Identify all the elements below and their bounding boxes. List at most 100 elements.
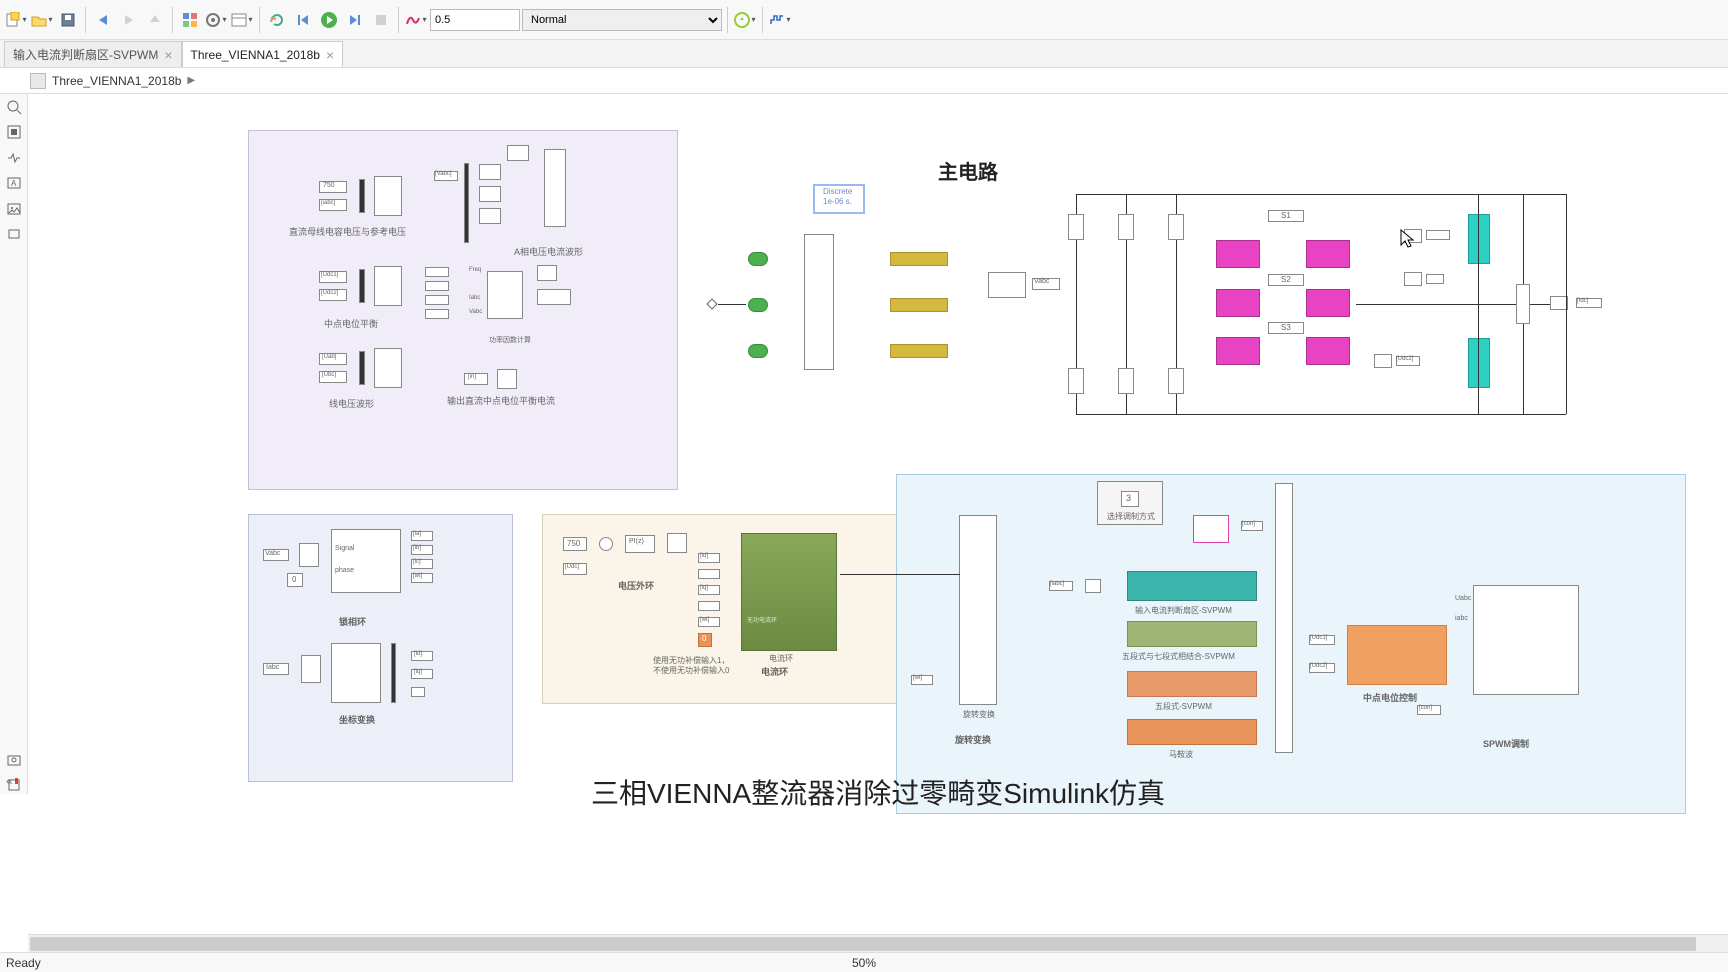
switch-block[interactable] [1216,240,1260,268]
rotate-block[interactable] [959,515,997,705]
goto-tag[interactable] [1426,274,1444,284]
collapse-palette-icon[interactable]: « [6,774,13,788]
breadcrumb-root[interactable]: Three_VIENNA1_2018b [52,74,181,88]
stop-time-input[interactable] [430,9,520,31]
mux-block[interactable] [464,163,469,243]
diode[interactable] [1168,214,1184,240]
diode[interactable] [1118,214,1134,240]
from-block[interactable] [425,295,449,305]
sim-mode-select[interactable]: Normal [522,9,722,31]
model-explorer-button[interactable]: ▾ [230,8,254,32]
tab-svpwm[interactable]: 输入电流判断扇区-SVPWM× [4,41,182,67]
up-button[interactable] [143,8,167,32]
spwm-block[interactable] [1473,585,1579,695]
from-block[interactable] [425,281,449,291]
svpwm1-block[interactable] [1127,571,1257,601]
scope-block[interactable] [537,265,557,281]
forward-button[interactable] [117,8,141,32]
back-button[interactable] [91,8,115,32]
scope-block[interactable] [479,208,501,224]
ac-source[interactable] [748,298,768,312]
tab-vienna[interactable]: Three_VIENNA1_2018b× [182,41,344,67]
signal-record-button[interactable]: ▾ [404,8,428,32]
scope-block[interactable] [497,369,517,389]
scrollbar-thumb[interactable] [30,937,1696,951]
model-canvas[interactable]: 750 [iabc] 直流母线电容电压与参考电压 [Vabc] A相电压电流波形… [28,94,1728,952]
midpoint-ctrl-block[interactable] [1347,625,1447,685]
open-button[interactable]: ▾ [30,8,54,32]
horizontal-scrollbar[interactable] [28,934,1728,952]
rectangle-icon[interactable] [4,226,24,244]
scope-block[interactable] [374,266,402,306]
svpwm2-block[interactable] [1127,621,1257,647]
power-block[interactable] [487,271,523,319]
diode[interactable] [1068,214,1084,240]
rl-branch[interactable] [890,344,948,358]
mux-block[interactable] [359,269,365,303]
rl-branch[interactable] [890,298,948,312]
switch-block[interactable] [1306,337,1350,365]
stop-button[interactable] [369,8,393,32]
library-browser-button[interactable] [178,8,202,32]
vm-block[interactable] [1374,354,1392,368]
diode[interactable] [1118,368,1134,394]
goto-tag[interactable] [1426,230,1450,240]
zoom-icon[interactable] [4,98,24,116]
step-forward-button[interactable] [343,8,367,32]
svpwm3-block[interactable] [1127,671,1257,697]
from-block[interactable] [425,267,449,277]
goto-block[interactable] [988,272,1026,298]
switch-block[interactable] [1306,240,1350,268]
comp-block[interactable] [1193,515,1229,543]
model-icon[interactable] [30,73,46,89]
sample-time-icon[interactable] [4,149,24,167]
switch-block[interactable] [1216,289,1260,317]
model-config-button[interactable]: ▾ [204,8,228,32]
annotation-icon[interactable]: A [4,175,24,193]
scope-block[interactable] [507,145,529,161]
mux-block[interactable] [359,351,365,385]
diode[interactable] [1068,368,1084,394]
switch-block[interactable] [1306,289,1350,317]
switch-block[interactable] [1216,337,1260,365]
fast-restart-button[interactable]: ▾ [733,8,757,32]
image-icon[interactable] [4,200,24,218]
mux-block[interactable] [359,179,365,213]
current-loop-block[interactable] [741,533,837,651]
multiport-switch[interactable] [1275,483,1293,753]
update-diagram-button[interactable] [265,8,289,32]
mux-block[interactable] [391,643,396,703]
close-tab-icon[interactable]: × [164,47,172,63]
from-block[interactable] [698,569,720,579]
from-block[interactable] [425,309,449,319]
diode[interactable] [1168,368,1184,394]
from-block[interactable] [698,601,720,611]
capacitor-block[interactable] [1468,214,1490,264]
display-block[interactable] [537,289,571,305]
saddle-block[interactable] [1127,719,1257,745]
pll-subsystem[interactable]: Vabc Signal phase 0 [ia] [ib] [ic] [wt] … [248,514,513,782]
scope-block[interactable] [374,348,402,388]
screenshot-icon[interactable] [4,751,24,769]
term-block[interactable] [411,687,425,697]
voltage-loop-subsystem[interactable]: 750 [Udc] PI(z) 电压外环 [id] [iq] [wt] 0 使用… [542,514,902,704]
demux-block[interactable] [301,655,321,683]
run-button[interactable] [317,8,341,32]
scope-block[interactable] [374,176,402,216]
step-back-button[interactable] [291,8,315,32]
sum-block[interactable] [599,537,613,551]
big-scope-block[interactable] [544,149,566,227]
pll-main-block[interactable] [331,529,401,593]
logic-analyzer-button[interactable]: ▾ [768,8,792,32]
ac-source[interactable] [748,344,768,358]
vm-block[interactable] [1404,272,1422,286]
pll-block[interactable] [299,543,319,567]
resistor-block[interactable] [1516,284,1530,324]
delay-block[interactable] [1085,579,1101,593]
control-subsystem[interactable]: 旋转变换 旋转变换 [wt] 3 3 选择调制方式 输入电流判断扇区-SVPWM… [896,474,1686,814]
transform-block[interactable] [331,643,381,703]
fit-to-view-icon[interactable] [4,124,24,142]
rl-branch[interactable] [890,252,948,266]
scopes-subsystem[interactable]: 750 [iabc] 直流母线电容电压与参考电压 [Vabc] A相电压电流波形… [248,130,678,490]
scope-block[interactable] [479,186,501,202]
